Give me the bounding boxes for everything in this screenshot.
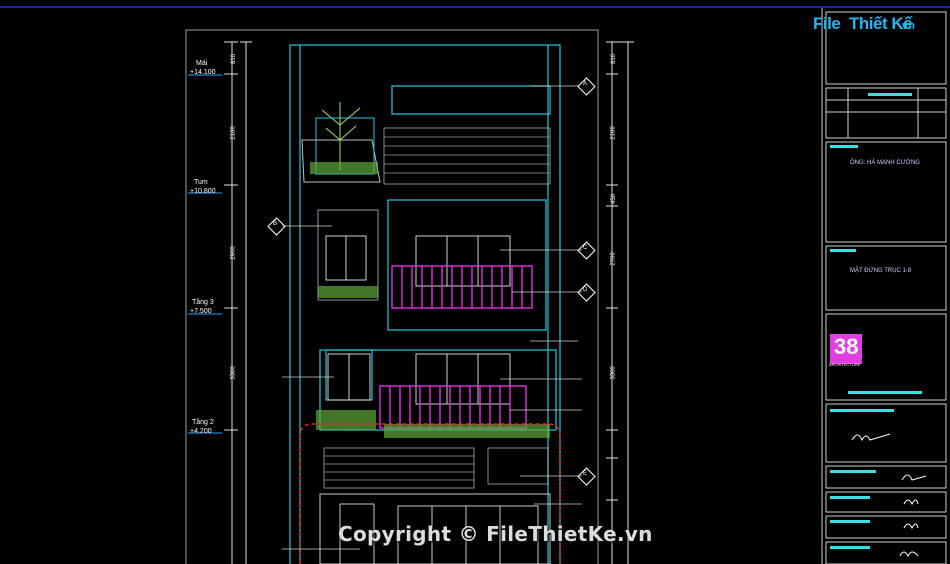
level-value-roof: +14.100 — [190, 69, 216, 76]
watermark-text: Copyright © FileThietKe.vn — [338, 522, 653, 546]
dim-left-4: 3300 — [230, 366, 237, 380]
windows — [325, 235, 511, 405]
callout-A-text: A — [583, 81, 588, 87]
callout-C-text: C — [583, 245, 588, 251]
company-tag: ARCHITECTURE — [829, 362, 861, 367]
level-value-tum: +10.800 — [190, 188, 216, 195]
level-label-tum: Tum — [194, 179, 208, 186]
dim-right-4: 2700 — [610, 252, 617, 266]
building-facade — [289, 44, 561, 564]
dim-right-2: 2100 — [610, 126, 617, 140]
balcony-railing-upper — [391, 265, 533, 309]
balcony-railing-lower — [379, 385, 527, 429]
callout-B-text: B — [273, 221, 278, 227]
callout-D-text: D — [583, 287, 588, 293]
dim-right-1: 810 — [611, 53, 618, 65]
level-label-floor2: Tầng 2 — [192, 419, 214, 426]
dim-left-2: 2100 — [230, 126, 237, 140]
level-label-roof: Mái — [196, 60, 208, 67]
top-accent-bar — [0, 0, 950, 8]
level-value-floor3: +7.500 — [190, 308, 212, 315]
logo-suffix: .vn — [899, 20, 915, 32]
logo-part1: File — [813, 14, 841, 33]
brick-screen-lower — [323, 447, 549, 489]
owner-name: ÔNG: HÀ MẠNH CƯỜNG — [850, 160, 920, 166]
callout-E-text: E — [583, 471, 588, 477]
copyright-watermark: Copyright © FileThietKe.vn — [338, 522, 653, 546]
roof-parapet — [301, 139, 381, 183]
right-dimension-chain — [606, 41, 634, 564]
dim-left-1: 810 — [231, 53, 238, 65]
cad-drawing-canvas[interactable] — [0, 8, 950, 564]
level-label-floor3: Tầng 3 — [192, 299, 214, 306]
dim-right-3: 450 — [611, 193, 618, 205]
dim-right-5: 3300 — [610, 366, 617, 380]
level-value-floor2: +4.200 — [190, 428, 212, 435]
brick-screen-upper — [383, 127, 551, 185]
drawing-name: MẶT ĐỨNG TRỤC 1-8 — [850, 268, 912, 274]
dim-left-3: 2900 — [230, 246, 237, 260]
left-dimension-chain — [224, 41, 252, 564]
site-logo[interactable]: File Thiết Kế .vn — [813, 8, 923, 44]
company-logo-text: 38 — [834, 334, 859, 359]
leader-lines — [282, 85, 582, 550]
level-markers — [188, 74, 222, 434]
